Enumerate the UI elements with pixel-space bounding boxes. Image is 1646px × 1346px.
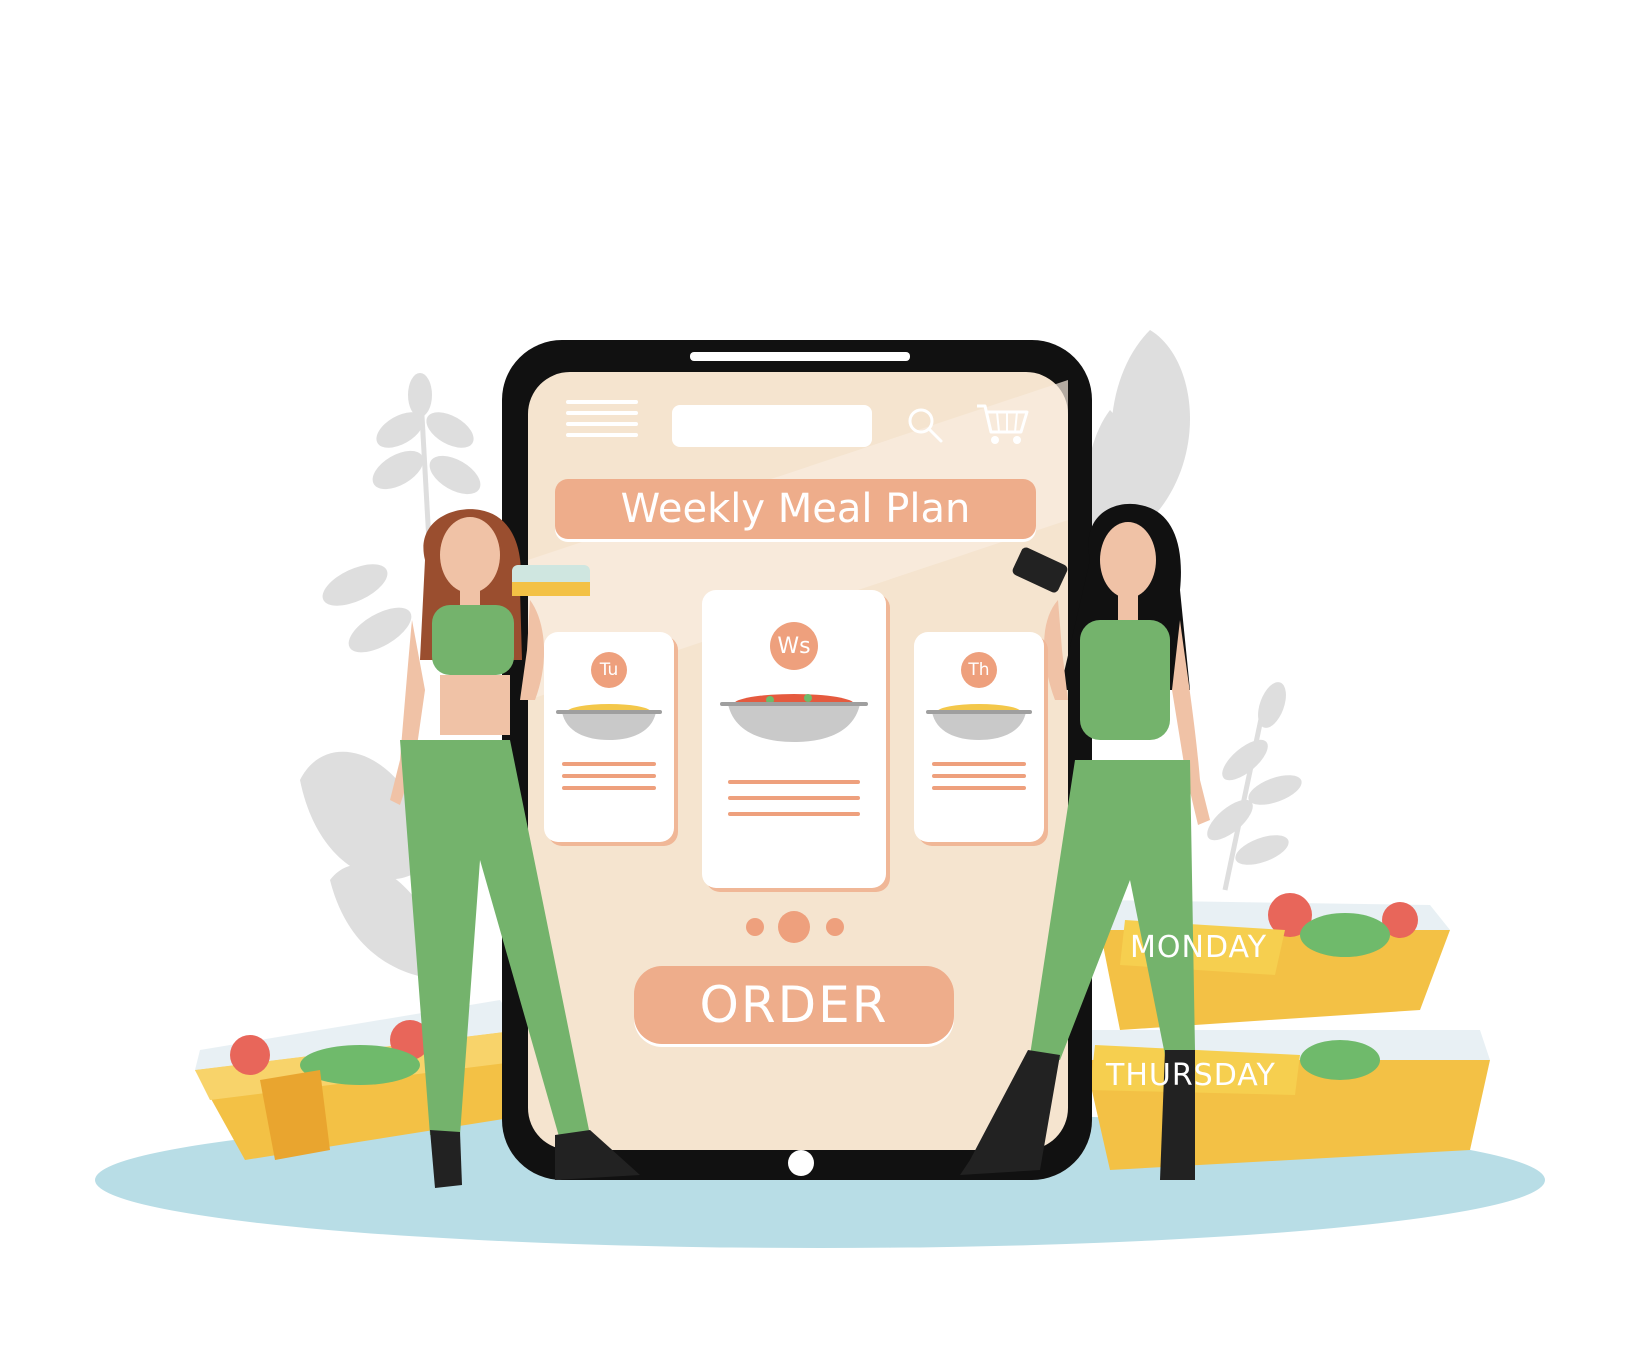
meal-card-wednesday[interactable]: Ws	[702, 590, 886, 888]
page-title: Weekly Meal Plan	[555, 479, 1036, 539]
hamburger-menu-icon[interactable]	[566, 400, 638, 448]
carousel-dot[interactable]	[826, 918, 844, 936]
bowl-icon	[556, 704, 662, 740]
page-title-text: Weekly Meal Plan	[620, 486, 971, 532]
card-line	[562, 762, 656, 766]
card-line	[728, 796, 860, 800]
meal-card-thursday[interactable]: Th	[914, 632, 1044, 842]
card-line	[932, 774, 1026, 778]
card-line	[728, 780, 860, 784]
menu-line	[566, 422, 638, 426]
menu-line	[566, 433, 638, 437]
carousel-dot-active[interactable]	[778, 911, 810, 943]
menu-line	[566, 400, 638, 404]
box-label-monday: MONDAY	[1130, 930, 1268, 965]
day-badge: Ws	[770, 622, 818, 670]
bowl-icon	[926, 704, 1032, 740]
bowl-icon	[720, 694, 868, 742]
card-line	[562, 774, 656, 778]
card-line	[728, 812, 860, 816]
carousel-dot[interactable]	[746, 918, 764, 936]
meal-card-tuesday[interactable]: Tu	[544, 632, 674, 842]
order-button[interactable]: ORDER	[634, 966, 954, 1044]
box-label-thursday: THURSDAY	[1106, 1058, 1276, 1093]
card-line	[932, 786, 1026, 790]
day-badge: Tu	[591, 652, 627, 688]
shopping-cart-icon[interactable]	[975, 400, 1031, 448]
meal-box-thursday	[1085, 1030, 1490, 1170]
day-badge: Th	[961, 652, 997, 688]
home-button-icon[interactable]	[788, 1150, 814, 1176]
card-line	[932, 762, 1026, 766]
search-input[interactable]	[672, 405, 872, 447]
search-icon[interactable]	[905, 405, 945, 445]
card-line	[562, 786, 656, 790]
menu-line	[566, 411, 638, 415]
